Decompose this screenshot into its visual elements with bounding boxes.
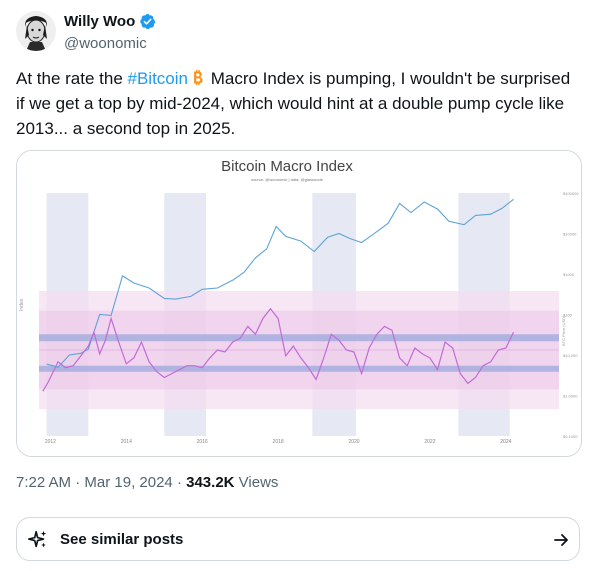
tweet-text: At the rate the #Bitcoin Macro Index is … <box>16 69 571 138</box>
author-avatar[interactable] <box>16 11 56 51</box>
y-tick-right-label: $10000 <box>563 232 577 237</box>
see-similar-posts-button[interactable]: See similar posts <box>16 517 580 561</box>
macro-index-chart: Bitcoin Macro Index source: @woonomic | … <box>17 151 581 456</box>
x-tick-label: 2024 <box>500 439 511 445</box>
tweet-time[interactable]: 7:22 AM <box>16 474 71 491</box>
y-axis-label: Index <box>19 298 25 311</box>
views-label: Views <box>234 474 279 491</box>
chart-subtitle: source: @woonomic | data: @glassnode <box>251 177 324 182</box>
y-tick-right-label: $10.000 <box>563 353 578 358</box>
views-count: 343.2K <box>186 474 235 491</box>
author-name[interactable]: Willy Woo <box>64 13 135 30</box>
bitcoin-icon <box>194 69 203 86</box>
y-axis-right-label: BTC Price (USD) <box>561 315 566 346</box>
arrow-right-icon <box>554 534 568 546</box>
y-tick-right-label: $100 <box>563 313 573 318</box>
sparkle-icon <box>28 530 47 548</box>
tweet-meta: 7:22 AM · Mar 19, 2024 · 343.2K Views <box>16 474 279 491</box>
hashtag-link[interactable]: #Bitcoin <box>128 69 188 88</box>
x-tick-label: 2022 <box>424 439 435 445</box>
x-tick-label: 2020 <box>348 439 359 445</box>
y-tick-right-label: $1000 <box>563 272 575 277</box>
y-tick-right-label: $0.1000 <box>563 434 578 439</box>
chart-title: Bitcoin Macro Index <box>221 158 353 175</box>
x-tick-label: 2014 <box>121 439 132 445</box>
x-tick-label: 2012 <box>45 439 56 445</box>
y-tick-right-label: $100000 <box>563 191 579 196</box>
x-tick-label: 2018 <box>273 439 284 445</box>
x-tick-label: 2016 <box>197 439 208 445</box>
verified-badge-icon <box>140 13 156 30</box>
see-similar-posts-label: See similar posts <box>60 530 184 548</box>
y-tick-right-label: $1.0000 <box>563 394 578 399</box>
tweet-date[interactable]: Mar 19, 2024 <box>84 474 172 491</box>
chart-image[interactable]: Bitcoin Macro Index source: @woonomic | … <box>16 150 582 457</box>
author-handle[interactable]: @woonomic <box>64 35 147 52</box>
avatar-portrait <box>16 11 56 51</box>
